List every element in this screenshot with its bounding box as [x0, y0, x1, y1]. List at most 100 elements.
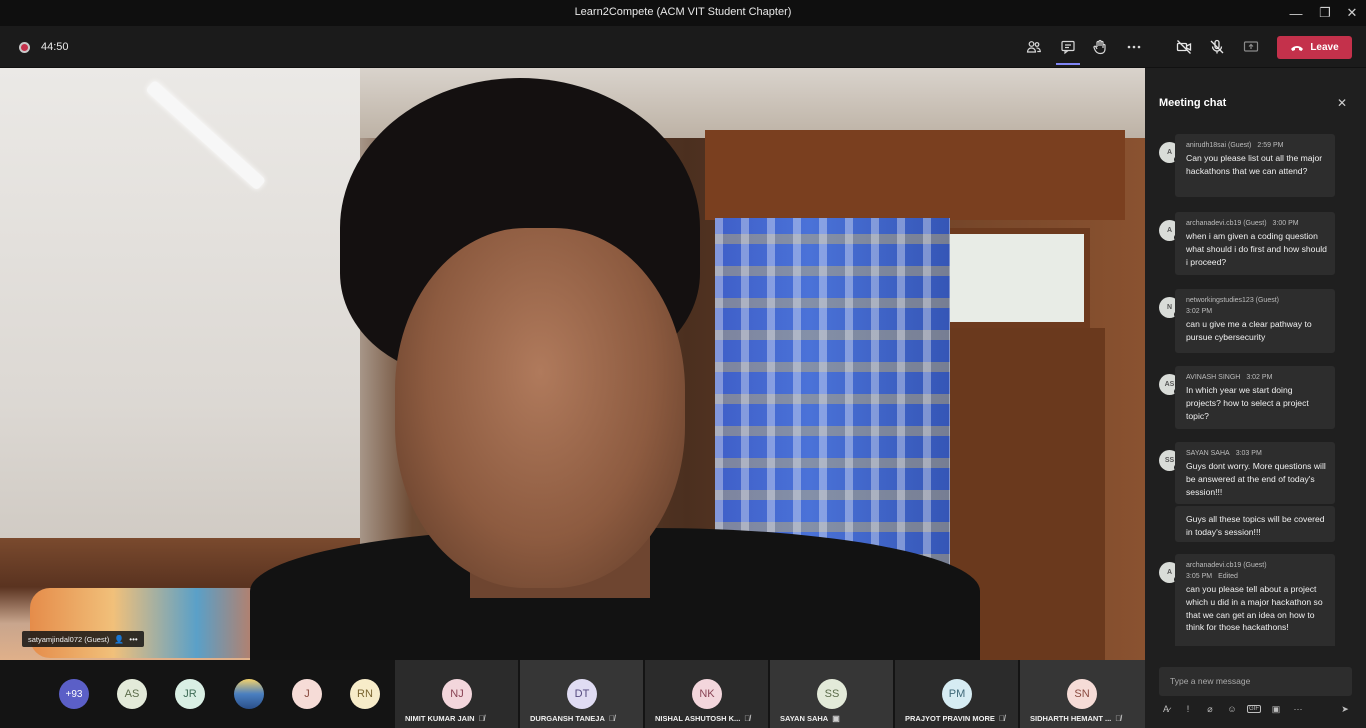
close-window-button[interactable]: ✕: [1336, 0, 1366, 26]
mic-off-icon: 🎙̸: [478, 714, 485, 723]
message-sender: AVINASH SINGH: [1186, 374, 1241, 381]
participant-photo-avatar[interactable]: [234, 679, 264, 709]
guest-icon: 👤: [114, 634, 125, 644]
share-icon: [1243, 41, 1259, 52]
camera-off-icon: [1176, 40, 1192, 54]
speaker-name: satyamjindal072 (Guest): [28, 634, 110, 644]
message-time: 3:00 PM: [1272, 220, 1299, 227]
mic-off-icon: 🎙̸: [744, 714, 751, 723]
camera-toggle-button[interactable]: [1172, 35, 1196, 59]
minimize-icon: —: [1289, 5, 1303, 21]
message-sender: SAYAN SAHA: [1186, 450, 1230, 457]
participant-avatar[interactable]: AS: [117, 679, 147, 709]
participants-icon: [1026, 41, 1041, 53]
speaker-video[interactable]: satyamjindal072 (Guest) 👤 •••: [0, 68, 1145, 660]
participant-tile[interactable]: SS SAYAN SAHA ▣: [770, 660, 893, 728]
message-time: 3:02 PM: [1186, 308, 1213, 315]
meeting-chat-panel: Meeting chat ✕ A anirudh18sai (Guest) 2:5…: [1145, 68, 1366, 728]
participant-tile[interactable]: PM PRAJYOT PRAVIN MORE 🎙̸: [895, 660, 1018, 728]
message-sender: anirudh18sai (Guest): [1186, 142, 1252, 149]
participant-avatar: NK: [692, 679, 722, 709]
participant-tile[interactable]: DT DURGANSH TANEJA 🎙̸: [520, 660, 643, 728]
send-icon[interactable]: ➤: [1338, 704, 1352, 715]
compose-toolbar: A̷ ! ⌀ ☺ GIF ▣ ··· ➤: [1159, 701, 1352, 717]
chat-message-list[interactable]: A anirudh18sai (Guest) 2:59 PM Can you pl…: [1145, 134, 1366, 646]
participant-avatar: PM: [942, 679, 972, 709]
message-text: when i am given a coding question what s…: [1186, 231, 1327, 267]
title-bar: Learn2Compete (ACM VIT Student Chapter) …: [0, 0, 1366, 26]
participant-name: SAYAN SAHA: [780, 714, 829, 723]
participant-name: SIDHARTH HEMANT ...: [1030, 714, 1112, 723]
leave-label: Leave: [1310, 42, 1339, 53]
format-icon[interactable]: A̷: [1159, 704, 1173, 714]
speaker-name-tag: satyamjindal072 (Guest) 👤 •••: [22, 631, 144, 647]
meeting-timer: 44:50: [41, 41, 69, 53]
raise-hand-button[interactable]: [1088, 35, 1112, 59]
leave-button[interactable]: Leave: [1277, 36, 1352, 59]
close-icon: ✕: [1336, 96, 1348, 110]
close-icon: ✕: [1346, 5, 1358, 20]
raise-hand-icon: [1093, 39, 1106, 55]
participant-avatar: NJ: [442, 679, 472, 709]
message-time: 3:02 PM: [1246, 374, 1273, 381]
sticker-icon[interactable]: ▣: [1269, 704, 1283, 715]
participant-tile[interactable]: NJ NIMIT KUMAR JAIN 🎙̸: [395, 660, 518, 728]
participant-avatar: SS: [817, 679, 847, 709]
message-time: 3:03 PM: [1235, 450, 1262, 457]
more-icon[interactable]: ···: [1291, 704, 1305, 714]
message-sender: archanadevi.cb19 (Guest): [1186, 562, 1267, 569]
message-text: Guys all these topics will be covered in…: [1186, 514, 1325, 537]
mic-off-icon: 🎙̸: [1115, 714, 1122, 723]
compose-message-input[interactable]: Type a new message: [1159, 667, 1352, 696]
participant-tile[interactable]: NK NISHAL ASHUTOSH K... 🎙̸: [645, 660, 768, 728]
meeting-toolbar: 44:50 Leave: [0, 26, 1366, 68]
gif-icon[interactable]: GIF: [1247, 705, 1261, 713]
close-chat-button[interactable]: ✕: [1335, 96, 1349, 110]
mic-toggle-button[interactable]: [1205, 35, 1229, 59]
emoji-icon[interactable]: ☺: [1225, 704, 1239, 714]
message-time: 3:05 PM: [1186, 573, 1213, 580]
more-actions-button[interactable]: [1122, 35, 1146, 59]
edited-label: Edited: [1218, 573, 1238, 580]
participant-strip: +93 AS JR J RN NJ NIMIT KUMAR JAIN 🎙̸ DT …: [0, 660, 1145, 728]
message-text: can u give me a clear pathway to pursue …: [1186, 319, 1312, 342]
participant-avatar: SN: [1067, 679, 1097, 709]
recording-icon: [19, 42, 30, 53]
message-text: Can you please list out all the major ha…: [1186, 153, 1323, 176]
phone-hangup-icon: [1291, 45, 1304, 51]
show-participants-button[interactable]: [1022, 35, 1046, 59]
message-text: In which year we start doing projects? h…: [1186, 385, 1309, 421]
chat-title: Meeting chat: [1159, 97, 1227, 109]
participant-name: NIMIT KUMAR JAIN: [405, 714, 475, 723]
message-text: Guys dont worry. More questions will be …: [1186, 461, 1326, 497]
participant-name: PRAJYOT PRAVIN MORE: [905, 714, 995, 723]
room-window: [930, 228, 1090, 328]
mic-off-icon: 🎙̸: [998, 714, 1005, 723]
speaker-face: [395, 228, 685, 588]
message-sender: networkingstudies123 (Guest): [1186, 297, 1279, 304]
window-title: Learn2Compete (ACM VIT Student Chapter): [574, 6, 792, 18]
more-participants-button[interactable]: +93: [59, 679, 89, 709]
more-icon: [1127, 45, 1141, 49]
minimize-button[interactable]: —: [1280, 0, 1312, 26]
attach-icon[interactable]: ⌀: [1203, 704, 1217, 715]
participant-avatar[interactable]: JR: [175, 679, 205, 709]
participant-name: NISHAL ASHUTOSH K...: [655, 714, 741, 723]
participant-name: DURGANSH TANEJA: [530, 714, 605, 723]
message-sender: archanadevi.cb19 (Guest): [1186, 220, 1267, 227]
priority-icon[interactable]: !: [1181, 704, 1195, 714]
show-conversation-button[interactable]: [1056, 35, 1080, 65]
screen-share-icon: ▣: [832, 714, 840, 723]
participant-avatar[interactable]: J: [292, 679, 322, 709]
participant-avatar[interactable]: RN: [350, 679, 380, 709]
mic-off-icon: 🎙̸: [608, 714, 615, 723]
teams-meeting-window: Learn2Compete (ACM VIT Student Chapter) …: [0, 0, 1366, 728]
mic-off-icon: [1210, 39, 1224, 54]
tile-more-icon[interactable]: •••: [129, 635, 137, 644]
share-screen-button[interactable]: [1239, 35, 1263, 59]
participant-tile[interactable]: SN SIDHARTH HEMANT ... 🎙̸: [1020, 660, 1145, 728]
maximize-icon: ❐: [1319, 5, 1331, 20]
message-time: 2:59 PM: [1257, 142, 1284, 149]
message-text: can you please tell about a project whic…: [1186, 584, 1323, 633]
participant-avatar: DT: [567, 679, 597, 709]
